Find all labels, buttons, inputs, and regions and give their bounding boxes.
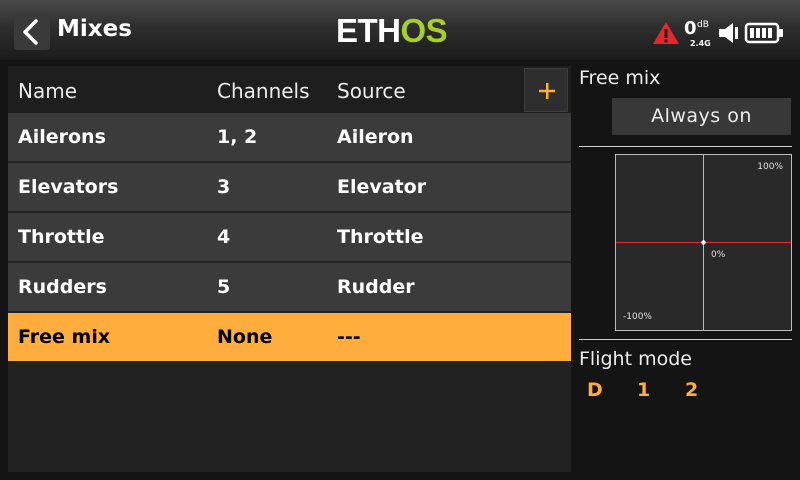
- curve-zero-label: 0%: [711, 250, 726, 260]
- battery-icon: [744, 22, 783, 44]
- page-title: Mixes: [57, 16, 132, 42]
- table-row[interactable]: Rudders 5 Rudder: [8, 263, 571, 311]
- row-name: Ailerons: [18, 126, 106, 148]
- flight-mode-1[interactable]: 1: [637, 379, 650, 401]
- title-bar: Mixes ETHOS 0 dB 2.4G: [0, 0, 800, 60]
- ethos-logo: ETHOS: [336, 12, 448, 49]
- row-source: Throttle: [337, 226, 424, 248]
- speaker-icon[interactable]: [718, 21, 740, 45]
- row-channels: 1, 2: [217, 126, 258, 148]
- add-mix-button[interactable]: [524, 68, 568, 112]
- table-header: Name Channels Source: [8, 66, 571, 113]
- chevron-left-icon: [23, 19, 38, 45]
- curve-plot: [616, 155, 791, 330]
- warning-triangle-icon[interactable]: [652, 21, 680, 45]
- rssi-unit: dB: [697, 20, 709, 30]
- mix-curve-graph: 100% 0% -100%: [615, 154, 792, 331]
- band-label: 2.4G: [690, 39, 711, 48]
- divider: [579, 146, 792, 147]
- curve-min-label: -100%: [623, 312, 652, 322]
- back-button[interactable]: [14, 14, 50, 50]
- selected-mix-title: Free mix: [579, 67, 661, 89]
- table-row-selected[interactable]: Free mix None ---: [8, 313, 571, 361]
- row-name: Rudders: [18, 276, 107, 298]
- row-source: Aileron: [337, 126, 414, 148]
- column-header-name: Name: [18, 79, 78, 103]
- row-channels: None: [217, 326, 273, 348]
- rssi-value: 0: [684, 18, 697, 39]
- row-channels: 4: [217, 226, 231, 248]
- table-row[interactable]: Ailerons 1, 2 Aileron: [8, 113, 571, 161]
- mix-table: Name Channels Source Ailerons 1, 2 Ailer…: [8, 66, 571, 472]
- active-condition-button[interactable]: Always on: [612, 98, 791, 135]
- flight-mode-d[interactable]: D: [587, 379, 603, 401]
- flight-mode-2[interactable]: 2: [685, 379, 698, 401]
- row-source: Rudder: [337, 276, 415, 298]
- row-name: Elevators: [18, 176, 119, 198]
- flight-mode-title: Flight mode: [579, 348, 692, 370]
- curve-max-label: 100%: [757, 162, 783, 172]
- row-source: ---: [337, 326, 361, 348]
- row-name: Throttle: [18, 226, 105, 248]
- divider: [579, 339, 792, 340]
- curve-center-point: [701, 240, 706, 245]
- row-channels: 5: [217, 276, 231, 298]
- row-name: Free mix: [18, 326, 111, 348]
- row-channels: 3: [217, 176, 231, 198]
- table-row[interactable]: Throttle 4 Throttle: [8, 213, 571, 261]
- table-row[interactable]: Elevators 3 Elevator: [8, 163, 571, 211]
- column-header-channels: Channels: [217, 79, 310, 103]
- row-source: Elevator: [337, 176, 427, 198]
- column-header-source: Source: [337, 79, 406, 103]
- plus-icon: [539, 83, 555, 99]
